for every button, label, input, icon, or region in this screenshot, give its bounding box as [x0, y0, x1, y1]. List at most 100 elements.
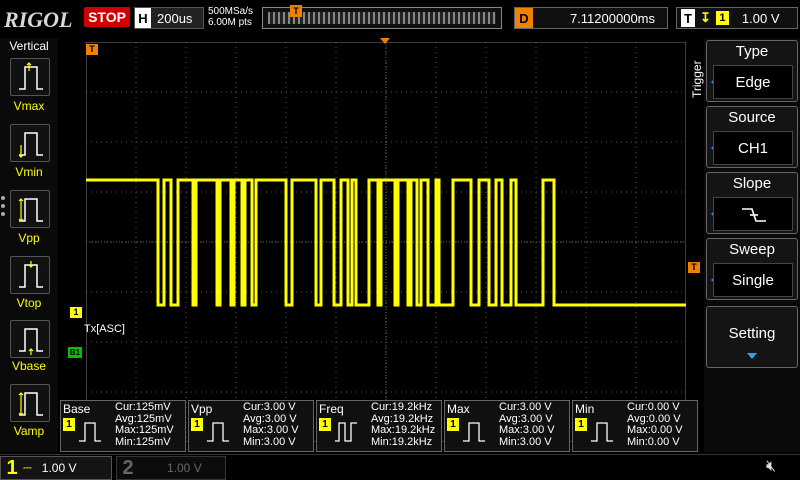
vertical-menu-title: Vertical [9, 39, 49, 53]
speaker-mute-icon[interactable]: 🔇︎ [766, 458, 776, 476]
vmax-label: Vmax [13, 99, 45, 113]
measurement-min: Min:3.00 V [243, 435, 296, 448]
vmin-label: Vmin [15, 165, 43, 179]
acquisition-info: 500MSa/s 6.00M pts [208, 6, 253, 28]
trigger-label: T [681, 9, 695, 27]
timebase-value: 200us [157, 10, 193, 26]
trigger-setting-label: Setting [728, 325, 776, 342]
measurement-name: Base [63, 402, 91, 416]
memory-points: 6.00M pts [208, 17, 252, 28]
measurement-name: Max [447, 402, 470, 416]
measurement-min: Min:19.2kHz [371, 435, 433, 448]
measurement-cur: Cur:3.00 V [499, 401, 552, 413]
measurement-base[interactable]: Base 1 Cur:125mV Avg:125mV Max:125mV Min:125m… [60, 400, 186, 452]
ch1-scale: 1.00 V [41, 461, 77, 475]
vpp-icon [18, 198, 43, 222]
trigger-channel: 1 [715, 11, 729, 25]
memory-waveform-overview [268, 12, 496, 24]
measurement-channel-badge: 1 [319, 418, 331, 431]
trigger-source-button[interactable]: Source CH1 [706, 106, 798, 168]
measurement-max[interactable]: Max 1 Cur:3.00 V Avg:3.00 V Max:3.00 V Min:3.… [444, 400, 570, 452]
trigger-source-title: Source [728, 109, 776, 126]
measurement-waveform-icon [79, 422, 101, 442]
delay-indicator[interactable]: D 7.11200000ms [514, 7, 668, 29]
measurement-max: Max:125mV [115, 424, 174, 436]
measurement-min[interactable]: Min 1 Cur:0.00 V Avg:0.00 V Max:0.00 V Min:0.… [572, 400, 698, 452]
measurement-channel-badge: 1 [575, 418, 587, 431]
timebase-label: H [135, 8, 151, 28]
measurement-waveform-icon [463, 422, 485, 442]
vtop-label: Vtop [16, 296, 42, 310]
measurement-min: Min:3.00 V [499, 435, 552, 448]
trigger-level-marker[interactable]: T [688, 262, 700, 273]
measurement-name: Vpp [191, 402, 213, 416]
measurement-waveform-icon [591, 422, 613, 442]
measurement-waveform-icon [207, 422, 229, 442]
ch2-status[interactable]: 2 1.00 V [116, 456, 226, 480]
vamp-label: Vamp [13, 424, 45, 438]
vpp-button[interactable] [10, 190, 50, 228]
measurement-freq[interactable]: Freq 1 Cur:19.2kHz Avg:19.2kHz Max:19.2kHz Mi… [316, 400, 442, 452]
page-dots [1, 196, 7, 220]
vmax-icon [19, 62, 43, 90]
vtop-icon [19, 261, 43, 288]
trigger-menu-title: Trigger [690, 60, 704, 98]
measurement-name: Freq [319, 402, 344, 416]
run-stop-button[interactable]: STOP [84, 7, 130, 27]
measurement-max: Max:0.00 V [627, 424, 683, 436]
measurement-cur: Cur:125mV [115, 401, 171, 413]
measurement-channel-badge: 1 [63, 418, 75, 431]
trigger-type-value: Edge [713, 65, 793, 99]
vmin-button[interactable] [10, 124, 50, 162]
memory-trigger-marker: T [290, 5, 302, 17]
trigger-type-button[interactable]: Type Edge [706, 40, 798, 102]
grid-lines [86, 42, 686, 442]
down-arrow-icon [747, 353, 757, 359]
vmin-icon [18, 132, 43, 158]
waveform-display[interactable] [86, 42, 686, 442]
vamp-button[interactable] [10, 384, 50, 422]
delay-value: 7.11200000ms [569, 10, 655, 26]
falling-edge-icon: ↧ [700, 10, 711, 25]
vtop-button[interactable] [10, 256, 50, 294]
decode-label: Tx[ASC] [84, 323, 125, 335]
ch1-offset-marker[interactable]: 1 [70, 307, 82, 318]
trigger-status[interactable]: T ↧ 1 1.00 V [676, 7, 798, 29]
trigger-type-title: Type [735, 43, 769, 60]
vmax-button[interactable] [10, 58, 50, 96]
horizontal-trigger-pointer[interactable] [380, 38, 390, 44]
measurement-cur: Cur:3.00 V [243, 401, 296, 413]
trigger-position-marker[interactable]: T [86, 44, 98, 55]
measurement-name: Min [575, 402, 595, 416]
trigger-setting-button[interactable]: Setting [706, 306, 798, 368]
vbase-button[interactable] [10, 320, 50, 358]
dc-coupling-icon: ⎓ [23, 461, 32, 474]
trigger-sweep-title: Sweep [729, 241, 775, 258]
brand-logo: RIGOL [4, 7, 73, 32]
measurement-cur: Cur:19.2kHz [371, 401, 433, 413]
trigger-sweep-button[interactable]: Sweep Single [706, 238, 798, 300]
measurement-cur: Cur:0.00 V [627, 401, 680, 413]
sample-rate: 500MSa/s [208, 6, 254, 17]
ch1-number: 1 [6, 456, 18, 479]
measurement-vpp[interactable]: Vpp 1 Cur:3.00 V Avg:3.00 V Max:3.00 V Min:3.… [188, 400, 314, 452]
trigger-slope-button[interactable]: Slope [706, 172, 798, 234]
bus-offset-marker[interactable]: B1 [68, 347, 82, 358]
ch2-scale: 1.00 V [167, 461, 202, 475]
measurement-channel-badge: 1 [191, 418, 203, 431]
measurement-min: Min:125mV [115, 435, 171, 448]
trigger-sweep-value: Single [713, 263, 793, 297]
ch1-status[interactable]: 1 ⎓ 1.00 V [0, 456, 112, 480]
vamp-icon [18, 392, 43, 416]
measurement-max: Max:3.00 V [243, 424, 299, 436]
ch2-number: 2 [122, 456, 134, 479]
measurement-channel-badge: 1 [447, 418, 459, 431]
delay-label: D [515, 8, 533, 28]
timebase-indicator[interactable]: H 200us [134, 7, 204, 29]
vbase-label: Vbase [11, 359, 47, 373]
trigger-slope-value [713, 197, 793, 231]
trigger-source-value: CH1 [713, 131, 793, 165]
measurement-max: Max:19.2kHz [371, 424, 436, 436]
measurement-min: Min:0.00 V [627, 435, 680, 448]
vbase-icon [19, 328, 43, 355]
